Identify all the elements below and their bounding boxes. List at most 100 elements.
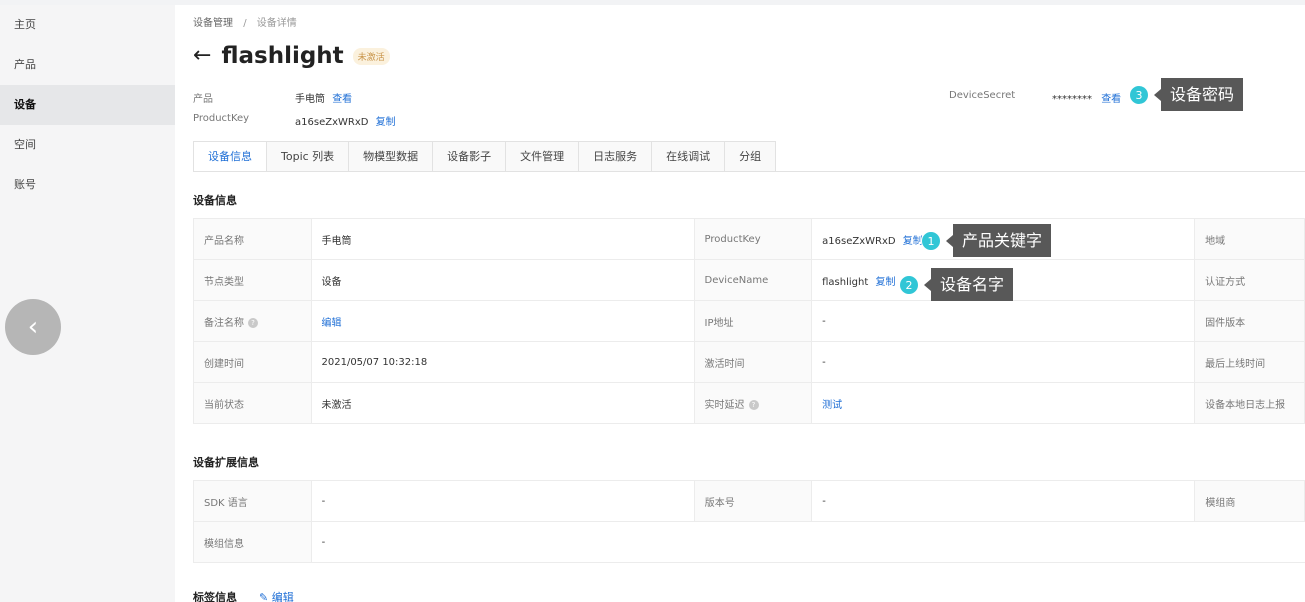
tab-thing-model-data[interactable]: 物模型数据 [349,141,434,172]
chevron-left-icon: ‹ [27,312,39,342]
callout-text: 产品关键字 [953,224,1052,257]
callout-text: 设备密码 [1161,78,1244,111]
tab-device-info[interactable]: 设备信息 [193,141,267,172]
pencil-icon: ✎ [259,591,269,602]
tab-log-service[interactable]: 日志服务 [579,141,653,172]
callout-devicename: 2 设备名字 [899,268,1014,301]
meta-productkey: ProductKey [193,113,249,124]
meta-secret: DeviceSecret [949,90,1015,101]
breadcrumb-current: 设备详情 [256,18,297,29]
callout-arrow [1154,88,1161,101]
sidebar-item-space[interactable]: 空间 [0,125,175,165]
value-node-type: 设备 [310,259,695,301]
tag-info-header: 标签信息 ✎ 编辑 [193,589,294,602]
label-node-type: 节点类型 [193,259,312,301]
tab-online-debug[interactable]: 在线调试 [652,141,726,172]
main-content: 设备管理 / 设备详情 ← flashlight 未激活 产品 手电筒 查看 P… [175,5,1305,602]
label-auth-method: 认证方式 [1194,259,1305,301]
meta-product-value-group: 手电筒 查看 [295,90,352,105]
sidebar-item-home[interactable]: 主页 [0,5,175,45]
label-region: 地域 [1194,218,1305,260]
callout-device-secret: 3 设备密码 [1129,78,1244,111]
value-module-info: - [310,521,1305,563]
edit-tags-button[interactable]: ✎ 编辑 [259,589,294,602]
callout-number: 3 [1129,84,1149,105]
tab-topic-list[interactable]: Topic 列表 [267,141,350,172]
callout-text: 设备名字 [931,268,1014,301]
value-product-name: 手电筒 [310,218,695,260]
value-ip-address: - [811,300,1196,342]
copy-productkey-link[interactable]: 复制 [376,117,396,128]
label-realtime-latency-cell: 实时延迟? [693,382,813,424]
label-remark-name-cell: 备注名称? [193,300,312,342]
label-product-name: 产品名称 [193,218,312,260]
device-info-title: 设备信息 [193,194,237,207]
value-sdk-language: - [310,480,695,522]
test-latency-link[interactable]: 测试 [822,400,842,411]
meta-product: 产品 [193,90,213,105]
meta-product-value: 手电筒 [295,94,325,105]
value-latency-cell: 测试 [811,382,1196,424]
device-info-table: 产品名称 手电筒 ProductKey a16seZxWRxD 复制 地域 节点… [193,218,1305,424]
table-row: 节点类型 设备 DeviceName flashlight 复制 认证方式 [193,259,1305,301]
table-row: 当前状态 未激活 实时延迟? 测试 设备本地日志上报 [193,382,1305,424]
back-arrow-icon[interactable]: ← [193,45,211,67]
callout-arrow [924,278,931,291]
copy-devicename-button[interactable]: 复制 [875,277,895,288]
help-icon[interactable]: ? [248,317,258,328]
value-current-status: 未激活 [310,382,695,424]
sidebar-item-account[interactable]: 账号 [0,165,175,205]
edit-tags-label: 编辑 [271,591,294,602]
table-row: 创建时间 2021/05/07 10:32:18 激活时间 - 最后上线时间 [193,341,1305,383]
sidebar-item-product[interactable]: 产品 [0,45,175,85]
breadcrumb-parent[interactable]: 设备管理 [193,18,233,29]
callout-number: 1 [921,230,941,251]
meta-secret-value: ******** [1052,94,1092,105]
meta-productkey-value: a16seZxWRxD [295,117,369,128]
label-activated-time: 激活时间 [693,341,813,383]
label-current-status: 当前状态 [193,382,312,424]
value-activated-time: - [811,341,1196,383]
help-icon[interactable]: ? [748,399,759,410]
label-productkey: ProductKey [693,218,813,260]
table-row: 备注名称? 编辑 IP地址 - 固件版本 [193,300,1305,342]
ext-info-table: SDK 语言 - 版本号 - 模组商 模组信息 - [193,480,1305,563]
meta-productkey-label: ProductKey [193,113,250,124]
tab-group[interactable]: 分组 [725,141,777,172]
ext-info-title: 设备扩展信息 [193,456,259,469]
carousel-prev-button[interactable]: ‹ [5,299,61,355]
table-row: SDK 语言 - 版本号 - 模组商 [193,480,1305,522]
tab-file-management[interactable]: 文件管理 [506,141,580,172]
tab-device-shadow[interactable]: 设备影子 [433,141,507,172]
label-version: 版本号 [693,480,813,522]
label-remark-name: 备注名称 [204,317,244,329]
value-created-time: 2021/05/07 10:32:18 [310,341,695,383]
label-realtime-latency: 实时延迟 [704,399,745,411]
value-version: - [811,480,1196,522]
status-badge: 未激活 [352,47,390,65]
value-productkey: a16seZxWRxD [822,235,896,247]
tag-info-title: 标签信息 [193,591,237,602]
label-module-info: 模组信息 [193,521,312,563]
meta-product-label: 产品 [193,94,213,105]
label-last-online-time: 最后上线时间 [1194,341,1305,383]
value-remark-cell: 编辑 [310,300,695,342]
sidebar-item-device[interactable]: 设备 [0,85,175,125]
meta-secret-value-group: ******** 查看 [1052,90,1121,105]
callout-number: 2 [899,274,919,295]
edit-remark-link[interactable]: 编辑 [322,318,342,329]
breadcrumb-separator: / [243,18,247,29]
label-ip-address: IP地址 [693,300,813,342]
copy-productkey-button[interactable]: 复制 [903,236,923,247]
label-devicename: DeviceName [693,259,813,301]
label-created-time: 创建时间 [193,341,312,383]
label-sdk-language: SDK 语言 [193,480,312,522]
table-row: 模组信息 - [193,521,1305,563]
meta-secret-label: DeviceSecret [949,90,1016,101]
view-secret-link[interactable]: 查看 [1101,94,1121,105]
view-product-link[interactable]: 查看 [332,94,352,105]
label-firmware-version: 固件版本 [1194,300,1305,342]
tab-bar: 设备信息 Topic 列表 物模型数据 设备影子 文件管理 日志服务 在线调试 … [193,141,777,172]
breadcrumb: 设备管理 / 设备详情 [193,14,297,29]
label-local-log-report: 设备本地日志上报 [1194,382,1305,424]
